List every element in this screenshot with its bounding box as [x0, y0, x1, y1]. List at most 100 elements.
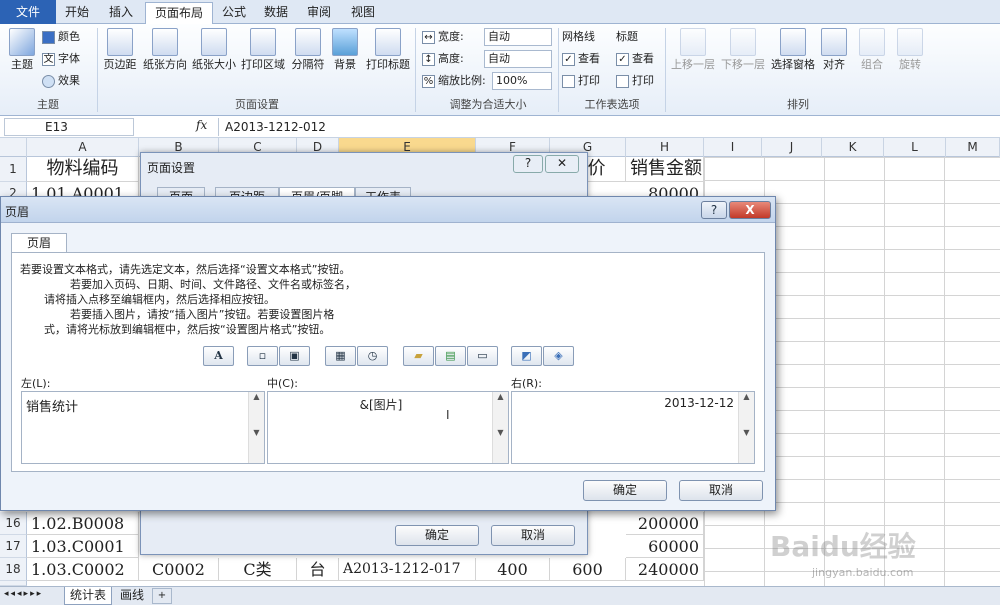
format-picture-button[interactable]: ◈	[543, 346, 574, 366]
cell[interactable]: 1.03.C0002	[27, 558, 139, 581]
cell[interactable]: 200000	[626, 512, 704, 535]
ok-button[interactable]: 确定	[583, 480, 667, 501]
row-header[interactable]: 18	[0, 558, 27, 581]
right-section-editbox[interactable]: 2013-12-12 ▲ ▼	[511, 391, 755, 464]
column-header[interactable]: J	[762, 138, 822, 157]
background-button[interactable]: 背景	[329, 28, 361, 71]
effects-button[interactable]: 效果	[42, 72, 80, 90]
headings-view-checkbox[interactable]: ✓ 查看	[616, 50, 654, 68]
print-titles-button[interactable]: 打印标题	[362, 28, 414, 71]
tab-home[interactable]: 开始	[58, 2, 96, 24]
new-sheet-icon[interactable]: +	[152, 588, 172, 604]
help-button[interactable]: ?	[701, 201, 727, 219]
breaks-icon	[295, 28, 321, 56]
scrollbar[interactable]: ▲ ▼	[492, 392, 508, 463]
formula-input[interactable]: A2013-1212-012	[218, 118, 998, 136]
insert-date-button[interactable]: ▦	[325, 346, 356, 366]
width-icon: ↔	[422, 30, 435, 44]
cell[interactable]: 1.03.C0001	[27, 535, 139, 558]
cell[interactable]: 240000	[626, 558, 704, 581]
insert-picture-button[interactable]: ◩	[511, 346, 542, 366]
tab-data[interactable]: 数据	[256, 2, 296, 24]
column-header[interactable]: L	[884, 138, 946, 157]
format-text-button[interactable]: A	[203, 346, 234, 366]
cell[interactable]: 60000	[626, 535, 704, 558]
sheet-tab[interactable]: 画线	[114, 587, 150, 605]
tab-page-layout[interactable]: 页面布局	[145, 2, 213, 25]
sheet-nav-arrows-icon[interactable]: ◂◂◂▸▸▸	[4, 589, 43, 599]
scrollbar[interactable]: ▲ ▼	[248, 392, 264, 463]
tab-file[interactable]: 文件	[0, 0, 56, 24]
close-button[interactable]: X	[729, 201, 771, 219]
page-setup-cancel-button[interactable]: 取消	[491, 525, 575, 546]
group-button[interactable]: 组合	[854, 28, 890, 71]
insert-file-name-button[interactable]: ▤	[435, 346, 466, 366]
selection-pane-icon	[780, 28, 806, 56]
tab-header[interactable]: 页眉	[11, 233, 67, 253]
page-setup-close-button[interactable]: ✕	[545, 155, 579, 173]
print-area-button[interactable]: 打印区域	[239, 28, 287, 71]
rotate-button[interactable]: 旋转	[892, 28, 928, 71]
page-setup-help-button[interactable]: ?	[513, 155, 543, 173]
date-icon: ▦	[335, 349, 346, 362]
column-header[interactable]: I	[704, 138, 762, 157]
cell[interactable]: C类	[219, 558, 297, 581]
align-button[interactable]: 对齐	[818, 28, 850, 71]
scale-input[interactable]: 100%	[492, 72, 552, 90]
width-select[interactable]: 自动	[484, 28, 552, 46]
gridlines-print-checkbox[interactable]: 打印	[562, 72, 600, 90]
center-section-editbox[interactable]: &[图片] I ▲ ▼	[267, 391, 509, 464]
cell[interactable]: 1.02.B0008	[27, 512, 139, 535]
column-header[interactable]: M	[946, 138, 1000, 157]
name-box[interactable]: E13	[4, 118, 134, 136]
tab-review[interactable]: 审阅	[298, 2, 340, 24]
fonts-button[interactable]: 文字体	[42, 50, 80, 68]
background-icon	[332, 28, 358, 56]
group-label-themes: 主题	[37, 98, 59, 111]
row-header[interactable]: 16	[0, 512, 27, 535]
page-setup-ok-button[interactable]: 确定	[395, 525, 479, 546]
left-section-editbox[interactable]: 销售统计 ▲ ▼	[21, 391, 265, 464]
breaks-button[interactable]: 分隔符	[288, 28, 328, 71]
select-all-corner[interactable]	[0, 138, 27, 157]
gridlines-view-checkbox[interactable]: ✓ 查看	[562, 50, 600, 68]
themes-button[interactable]: 主题	[4, 28, 40, 71]
insert-page-number-button[interactable]: ▫	[247, 346, 278, 366]
cell[interactable]: A2013-1212-017	[339, 558, 476, 581]
cell[interactable]: 物料编码	[27, 157, 139, 182]
row-header[interactable]: 17	[0, 535, 27, 558]
row-header[interactable]: 1	[0, 157, 27, 182]
cancel-button[interactable]: 取消	[679, 480, 763, 501]
cell[interactable]: 台	[297, 558, 339, 581]
scrollbar[interactable]: ▲ ▼	[738, 392, 754, 463]
tab-view[interactable]: 视图	[342, 2, 384, 24]
cell[interactable]: 400	[476, 558, 550, 581]
instruction-line: 请将插入点移至编辑框内，然后选择相应按钮。	[44, 293, 275, 306]
height-select[interactable]: 自动	[484, 50, 552, 68]
column-header[interactable]: K	[822, 138, 884, 157]
right-section-label: 右(R):	[511, 377, 542, 390]
bring-forward-button[interactable]: 上移一层	[668, 28, 718, 71]
insert-page-count-button[interactable]: ▣	[279, 346, 310, 366]
cell[interactable]: 销售金额	[626, 157, 704, 182]
margins-button[interactable]: 页边距	[100, 28, 140, 71]
send-backward-button[interactable]: 下移一层	[718, 28, 768, 71]
selection-pane-button[interactable]: 选择窗格	[768, 28, 818, 71]
fx-icon[interactable]: fx	[196, 118, 207, 132]
column-header[interactable]: H	[626, 138, 704, 157]
colors-button[interactable]: 颜色	[42, 28, 80, 46]
size-button[interactable]: 纸张大小	[190, 28, 238, 71]
cell[interactable]: 600	[550, 558, 626, 581]
headings-print-checkbox[interactable]: 打印	[616, 72, 654, 90]
insert-time-button[interactable]: ◷	[357, 346, 388, 366]
watermark-url: jingyan.baidu.com	[812, 566, 914, 579]
orientation-button[interactable]: 纸张方向	[141, 28, 189, 71]
insert-file-path-button[interactable]: ▰	[403, 346, 434, 366]
insert-sheet-name-button[interactable]: ▭	[467, 346, 498, 366]
cell[interactable]: C0002	[139, 558, 219, 581]
height-icon: ↕	[422, 52, 435, 66]
tab-insert[interactable]: 插入	[100, 2, 142, 24]
sheet-tab-active[interactable]: 统计表	[64, 587, 112, 605]
tab-formulas[interactable]: 公式	[214, 2, 254, 24]
column-header[interactable]: A	[27, 138, 139, 157]
